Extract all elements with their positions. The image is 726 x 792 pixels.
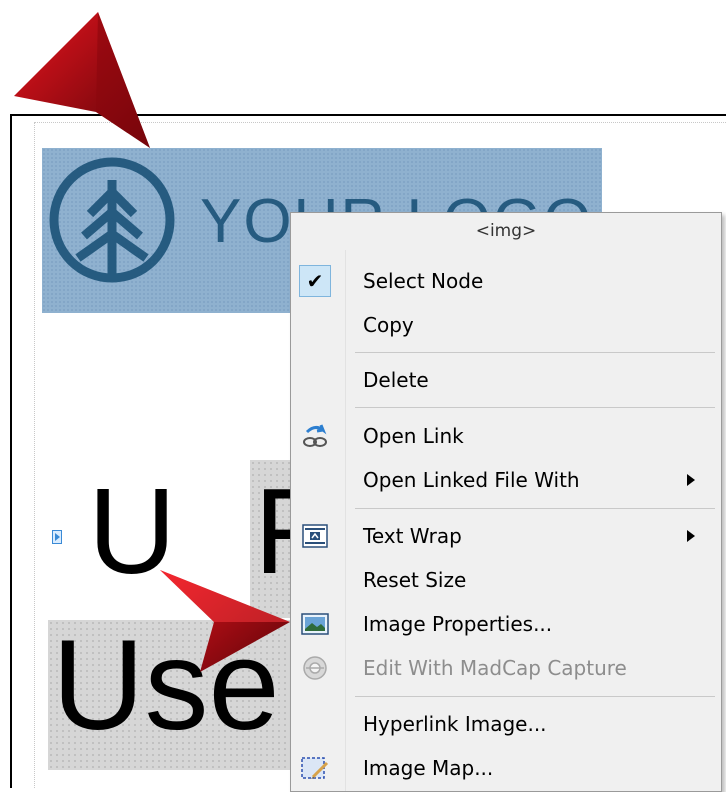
- context-menu-header: <img>: [475, 221, 537, 241]
- submenu-arrow-icon: [687, 474, 695, 486]
- menu-item-edit-with-madcap-capture[interactable]: Edit With MadCap Capture: [291, 648, 721, 688]
- menu-item-label: Image Properties...: [363, 612, 553, 636]
- menu-item-label: Copy: [363, 313, 414, 337]
- text-wrap-icon: [301, 522, 329, 550]
- menu-item-image-properties[interactable]: Image Properties...: [291, 604, 721, 644]
- menu-item-label: Text Wrap: [363, 524, 462, 548]
- image-properties-icon: [301, 610, 329, 638]
- menu-item-select-node[interactable]: ✔ Select Node: [291, 261, 721, 301]
- menu-separator: [355, 508, 715, 509]
- red-callout-arrow-icon: [160, 570, 290, 672]
- check-icon: ✔: [299, 265, 331, 297]
- menu-item-open-linked-file-with[interactable]: Open Linked File With: [291, 460, 721, 500]
- editor-margin-guide: [34, 122, 35, 788]
- block-marker-icon[interactable]: [52, 530, 62, 544]
- menu-item-open-link[interactable]: Open Link: [291, 416, 721, 456]
- menu-separator: [355, 696, 715, 697]
- menu-item-label: Image Map...: [363, 756, 494, 780]
- menu-item-reset-size[interactable]: Reset Size: [291, 560, 721, 600]
- tree-logo-icon: [49, 157, 175, 283]
- submenu-arrow-icon: [687, 530, 695, 542]
- madcap-capture-icon: [301, 654, 329, 682]
- context-menu[interactable]: <img> ✔ Select Node Copy Delete Open Lin…: [290, 212, 722, 792]
- image-map-icon: [301, 754, 329, 782]
- menu-separator: [355, 407, 715, 408]
- menu-separator: [355, 352, 715, 353]
- menu-item-label: Open Linked File With: [363, 468, 580, 492]
- menu-item-label: Delete: [363, 368, 429, 392]
- menu-item-image-map[interactable]: Image Map...: [291, 748, 721, 788]
- menu-item-label: Reset Size: [363, 568, 467, 592]
- menu-item-label: Select Node: [363, 269, 484, 293]
- red-callout-arrow-icon: [14, 12, 150, 148]
- menu-item-label: Open Link: [363, 424, 464, 448]
- menu-item-copy[interactable]: Copy: [291, 305, 721, 345]
- menu-item-hyperlink-image[interactable]: Hyperlink Image...: [291, 704, 721, 744]
- menu-item-delete[interactable]: Delete: [291, 360, 721, 400]
- menu-item-text-wrap[interactable]: Text Wrap: [291, 516, 721, 556]
- open-link-icon: [301, 422, 329, 450]
- menu-item-label: Edit With MadCap Capture: [363, 656, 627, 680]
- menu-item-label: Hyperlink Image...: [363, 712, 547, 736]
